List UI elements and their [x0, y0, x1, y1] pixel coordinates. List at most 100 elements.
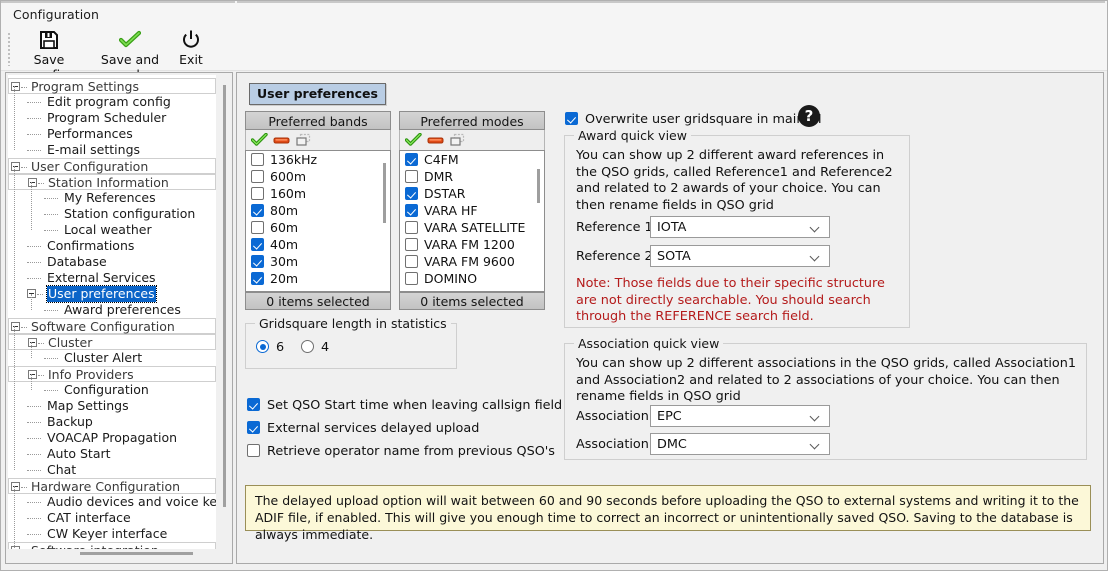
tree-expander-icon[interactable]: [11, 82, 20, 91]
uncheck-all-icon[interactable]: [427, 133, 445, 148]
association-2-select[interactable]: DMC: [650, 433, 830, 455]
mode-item[interactable]: VARA HF: [400, 202, 544, 219]
sidebar-item-cw-keyer-interface[interactable]: CW Keyer interface: [8, 526, 216, 542]
sidebar-item-backup[interactable]: Backup: [8, 414, 216, 430]
tree-expander-icon[interactable]: [11, 162, 20, 171]
mode-item[interactable]: VARA FM 9600: [400, 253, 544, 270]
band-item[interactable]: 20m: [246, 270, 390, 287]
checkbox-box[interactable]: [405, 153, 418, 166]
sidebar-item-map-settings[interactable]: Map Settings: [8, 398, 216, 414]
checkbox-box[interactable]: [247, 398, 260, 411]
checkbox-box[interactable]: [405, 238, 418, 251]
gridsquare-option-6[interactable]: 6: [256, 340, 284, 355]
checkbox-box[interactable]: [247, 421, 260, 434]
sidebar-item-station-configuration[interactable]: Station configuration: [8, 206, 216, 222]
reference-1-select[interactable]: IOTA: [650, 216, 830, 238]
sidebar-item-confirmations[interactable]: Confirmations: [8, 238, 216, 254]
mode-item[interactable]: DSTAR: [400, 185, 544, 202]
invert-selection-icon[interactable]: [449, 133, 467, 148]
tree-hscroll-thumb[interactable]: [80, 552, 193, 555]
band-item[interactable]: 600m: [246, 168, 390, 185]
mode-item[interactable]: C4FM: [400, 151, 544, 168]
checkbox-box[interactable]: [405, 272, 418, 285]
checkbox-set-qso-start-time[interactable]: Set QSO Start time when leaving callsign…: [247, 398, 562, 413]
tree-expander-icon[interactable]: [28, 338, 37, 347]
sidebar-item-configuration[interactable]: Configuration: [8, 382, 216, 398]
sidebar-item-software-configuration[interactable]: Software Configuration: [8, 318, 216, 334]
mode-item[interactable]: DOMINO: [400, 270, 544, 287]
checkbox-box[interactable]: [405, 221, 418, 234]
mode-item[interactable]: DMR: [400, 168, 544, 185]
tree-expander-icon[interactable]: [11, 322, 20, 331]
check-all-icon[interactable]: [404, 132, 423, 148]
checkbox-box[interactable]: [251, 170, 264, 183]
checkbox-box[interactable]: [251, 187, 264, 200]
mode-item[interactable]: VARA FM 1200: [400, 236, 544, 253]
checkbox-retrieve-operator-name[interactable]: Retrieve operator name from previous QSO…: [247, 444, 555, 459]
checkbox-box[interactable]: [251, 204, 264, 217]
sidebar-item-local-weather[interactable]: Local weather: [8, 222, 216, 238]
checkbox-box[interactable]: [251, 153, 264, 166]
sidebar-item-cluster[interactable]: Cluster: [8, 334, 216, 350]
checkbox-box[interactable]: [247, 444, 260, 457]
band-item[interactable]: 40m: [246, 236, 390, 253]
toolbar-grip[interactable]: [7, 32, 11, 66]
sidebar-item-award-preferences[interactable]: Award preferences: [8, 302, 216, 318]
save-config-button[interactable]: Save config: [13, 29, 85, 82]
checkbox-box[interactable]: [251, 221, 264, 234]
band-item[interactable]: 80m: [246, 202, 390, 219]
band-item[interactable]: 160m: [246, 185, 390, 202]
sidebar-item-voacap-propagation[interactable]: VOACAP Propagation: [8, 430, 216, 446]
preferred-bands-list[interactable]: 136kHz 600m 160m 80m 60m 40m 30m 20m: [245, 150, 391, 292]
reference-2-select[interactable]: SOTA: [650, 245, 830, 267]
tree-expander-icon[interactable]: [28, 370, 37, 379]
sidebar-item-info-providers[interactable]: Info Providers: [8, 366, 216, 382]
mode-item[interactable]: VARA SATELLITE: [400, 219, 544, 236]
radio-6[interactable]: [256, 340, 269, 353]
exit-button[interactable]: Exit: [175, 29, 207, 69]
checkbox-box[interactable]: [405, 204, 418, 217]
uncheck-all-icon[interactable]: [273, 133, 291, 148]
preferred-modes-list[interactable]: C4FM DMR DSTAR VARA HF VARA SATELLITE VARA FM…: [399, 150, 545, 292]
sidebar-item-station-information[interactable]: Station Information: [8, 174, 216, 190]
page-tab-user-preferences[interactable]: User preferences: [249, 83, 386, 105]
band-item[interactable]: 136kHz: [246, 151, 390, 168]
checkbox-external-services-delayed-upload[interactable]: External services delayed upload: [247, 421, 479, 436]
sidebar-item-database[interactable]: Database: [8, 254, 216, 270]
save-and-apply-button[interactable]: Save and apply: [85, 29, 175, 82]
sidebar-item-auto-start[interactable]: Auto Start: [8, 446, 216, 462]
checkbox-box[interactable]: [565, 112, 578, 125]
tree-expander-icon[interactable]: [11, 482, 20, 491]
checkbox-box[interactable]: [251, 255, 264, 268]
sidebar-item-audio-devices-and-voice-keyer[interactable]: Audio devices and voice keyer: [8, 494, 216, 510]
help-icon[interactable]: ?: [798, 105, 820, 127]
sidebar-item-user-preferences[interactable]: User preferences: [8, 285, 216, 303]
tree-expander-icon[interactable]: [28, 178, 37, 187]
sidebar-item-hardware-configuration[interactable]: Hardware Configuration: [8, 478, 216, 494]
sidebar-item-edit-program-config[interactable]: Edit program config: [8, 94, 216, 110]
sidebar-item-program-scheduler[interactable]: Program Scheduler: [8, 110, 216, 126]
sidebar-item-cluster-alert[interactable]: Cluster Alert: [8, 350, 216, 366]
checkbox-box[interactable]: [405, 170, 418, 183]
band-item[interactable]: 30m: [246, 253, 390, 270]
tree-vscroll-thumb[interactable]: [223, 85, 226, 507]
sidebar-item-user-configuration[interactable]: User Configuration: [8, 158, 216, 174]
sidebar-item-chat[interactable]: Chat: [8, 462, 216, 478]
gridsquare-option-4[interactable]: 4: [301, 340, 329, 355]
sidebar-item-external-services[interactable]: External Services: [8, 270, 216, 286]
band-item[interactable]: 60m: [246, 219, 390, 236]
invert-selection-icon[interactable]: [295, 133, 313, 148]
sidebar-item-my-references[interactable]: My References: [8, 190, 216, 206]
checkbox-box[interactable]: [405, 187, 418, 200]
checkbox-overwrite-gridsquare[interactable]: Overwrite user gridsquare in main UI: [565, 112, 822, 127]
checkbox-box[interactable]: [251, 272, 264, 285]
sidebar-item-cat-interface[interactable]: CAT interface: [8, 510, 216, 526]
radio-4[interactable]: [301, 340, 314, 353]
settings-tree[interactable]: Program Settings Edit program config Progr…: [8, 75, 216, 553]
tree-horizontal-scrollbar[interactable]: [8, 549, 230, 561]
tree-vertical-scrollbar[interactable]: [217, 75, 229, 553]
check-all-icon[interactable]: [250, 132, 269, 148]
sidebar-item-program-settings[interactable]: Program Settings: [8, 78, 216, 94]
checkbox-box[interactable]: [251, 238, 264, 251]
association-1-select[interactable]: EPC: [650, 405, 830, 427]
